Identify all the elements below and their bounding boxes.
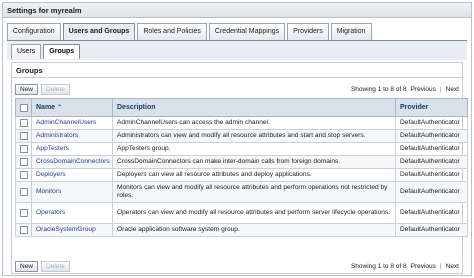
- pager: Showing 1 to 8 of 8 Previous | Next: [351, 86, 459, 93]
- group-provider: DefaultAuthenticator: [395, 181, 468, 203]
- row-checkbox[interactable]: [19, 187, 28, 196]
- row-select-cell: [15, 142, 32, 156]
- table-row: OracleSystemGroup Oracle application sof…: [15, 223, 468, 237]
- next-link[interactable]: Next: [446, 86, 459, 93]
- showing-text: Showing 1 to 8 of 8: [350, 85, 407, 93]
- group-name-link[interactable]: Operators: [36, 209, 65, 216]
- group-provider: DefaultAuthenticator: [395, 155, 468, 169]
- tab-providers[interactable]: Providers: [287, 23, 329, 40]
- group-name-cell: Administrators: [31, 129, 113, 143]
- column-header-name[interactable]: Name ⌃: [31, 98, 113, 117]
- group-name-link[interactable]: AppTesters: [36, 145, 69, 152]
- group-description: AdminChannelUsers can access the admin c…: [112, 116, 396, 130]
- group-description: AppTesters group.: [112, 142, 396, 156]
- group-description: Deployers can view all resource attribut…: [112, 168, 396, 182]
- panel-title: Groups: [16, 66, 43, 75]
- select-all-cell: [15, 98, 32, 117]
- group-description: Operators can view and modify all resour…: [112, 202, 396, 224]
- group-provider: DefaultAuthenticator: [395, 168, 468, 182]
- group-description: Administrators can view and modify all r…: [112, 129, 396, 143]
- row-select-cell: [15, 116, 32, 130]
- group-provider: DefaultAuthenticator: [395, 142, 468, 156]
- row-checkbox[interactable]: [19, 208, 28, 217]
- group-name-link[interactable]: Administrators: [36, 132, 78, 139]
- tab-credential-mappings[interactable]: Credential Mappings: [208, 23, 286, 40]
- table-row: Deployers Deployers can view all resourc…: [15, 168, 468, 182]
- main-tabs: Configuration Users and Groups Roles and…: [7, 23, 372, 40]
- row-checkbox[interactable]: [19, 157, 28, 166]
- table-row: Administrators Administrators can view a…: [15, 129, 468, 143]
- subtab-groups[interactable]: Groups: [43, 44, 81, 59]
- column-header-provider[interactable]: Provider: [395, 98, 468, 117]
- group-description: Monitors can view and modify all resourc…: [112, 181, 396, 203]
- group-description: CrossDomainConnectors can make inter-dom…: [112, 155, 396, 169]
- new-button[interactable]: New: [15, 83, 39, 95]
- row-select-cell: [15, 168, 32, 182]
- row-select-cell: [15, 129, 32, 143]
- pager-separator-bottom: |: [439, 262, 442, 270]
- pager-bottom: Showing 1 to 8 of 8 Previous | Next: [351, 263, 459, 270]
- group-name-cell: Operators: [31, 202, 113, 224]
- tab-configuration[interactable]: Configuration: [7, 23, 61, 40]
- group-name-link[interactable]: OracleSystemGroup: [36, 226, 96, 233]
- tab-migration[interactable]: Migration: [330, 23, 372, 40]
- top-toolbar: New Delete Showing 1 to 8 of 8 Previous …: [15, 82, 459, 96]
- showing-text-bottom: Showing 1 to 8 of 8: [350, 262, 407, 270]
- column-header-description[interactable]: Description: [112, 98, 396, 117]
- previous-link-bottom[interactable]: Previous: [411, 263, 436, 270]
- previous-link[interactable]: Previous: [411, 86, 436, 93]
- table-row: AppTesters AppTesters group. DefaultAuth…: [15, 142, 468, 156]
- panel-divider: [12, 77, 462, 78]
- row-checkbox[interactable]: [19, 225, 28, 234]
- group-name-cell: AppTesters: [31, 142, 113, 156]
- groups-table: Name ⌃ Description Provider AdminChannelU…: [15, 98, 468, 237]
- row-select-cell: [15, 202, 32, 224]
- tab-users-and-groups[interactable]: Users and Groups: [62, 23, 136, 40]
- group-name-link[interactable]: AdminChannelUsers: [36, 119, 96, 126]
- next-link-bottom[interactable]: Next: [446, 263, 459, 270]
- new-button-bottom[interactable]: New: [15, 260, 39, 272]
- table-row: Monitors Monitors can view and modify al…: [15, 181, 468, 203]
- row-select-cell: [15, 223, 32, 237]
- row-checkbox[interactable]: [19, 131, 28, 140]
- settings-window: Settings for myrealm Configuration Users…: [2, 2, 472, 276]
- group-name-link[interactable]: Monitors: [36, 188, 61, 195]
- table-row: AdminChannelUsers AdminChannelUsers can …: [15, 116, 468, 130]
- row-checkbox[interactable]: [19, 144, 28, 153]
- tab-roles-and-policies[interactable]: Roles and Policies: [137, 23, 207, 40]
- group-name-cell: OracleSystemGroup: [31, 223, 113, 237]
- group-name-link[interactable]: Deployers: [36, 171, 66, 178]
- delete-button[interactable]: Delete: [41, 83, 70, 95]
- group-provider: DefaultAuthenticator: [395, 129, 468, 143]
- row-checkbox[interactable]: [19, 170, 28, 179]
- select-all-checkbox[interactable]: [19, 103, 28, 112]
- group-name-cell: CrossDomainConnectors: [31, 155, 113, 169]
- sub-tabs: Users Groups: [7, 41, 467, 60]
- group-name-link[interactable]: CrossDomainConnectors: [36, 158, 110, 165]
- group-name-cell: Monitors: [31, 181, 113, 203]
- bottom-toolbar: New Delete Showing 1 to 8 of 8 Previous …: [15, 259, 459, 273]
- sort-ascending-icon[interactable]: ⌃: [57, 104, 62, 111]
- delete-button-bottom[interactable]: Delete: [41, 260, 70, 272]
- groups-panel: Groups New Delete Showing 1 to 8 of 8 Pr…: [11, 62, 468, 274]
- group-provider: DefaultAuthenticator: [395, 116, 468, 130]
- row-select-cell: [15, 155, 32, 169]
- pager-separator: |: [439, 85, 442, 93]
- window-title: Settings for myrealm: [3, 3, 471, 18]
- column-name-label: Name: [36, 104, 56, 111]
- group-provider: DefaultAuthenticator: [395, 202, 468, 224]
- group-provider: DefaultAuthenticator: [395, 223, 468, 237]
- row-select-cell: [15, 181, 32, 203]
- group-description: Oracle application software system group…: [112, 223, 396, 237]
- subtab-users[interactable]: Users: [11, 44, 42, 59]
- group-name-cell: Deployers: [31, 168, 113, 182]
- table-row: CrossDomainConnectors CrossDomainConnect…: [15, 155, 468, 169]
- table-row: Operators Operators can view and modify …: [15, 202, 468, 224]
- group-name-cell: AdminChannelUsers: [31, 116, 113, 130]
- table-header-row: Name ⌃ Description Provider: [15, 98, 468, 117]
- row-checkbox[interactable]: [19, 118, 28, 127]
